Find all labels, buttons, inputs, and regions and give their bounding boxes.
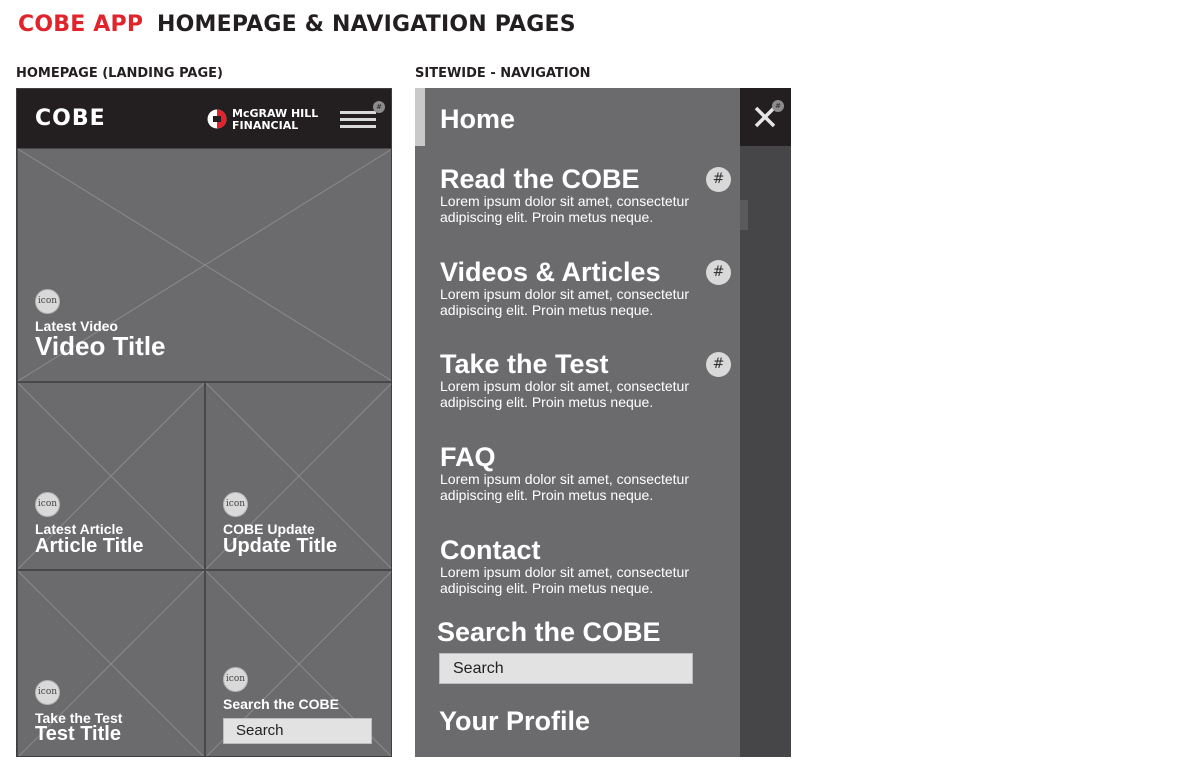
mcgraw-hill-brand: McGRAW HILL FINANCIAL [232, 108, 318, 132]
nav-item-description: Lorem ipsum dolor sit amet, consectetur … [440, 564, 689, 596]
page-title-main: HOMEPAGE & NAVIGATION PAGES [157, 12, 576, 37]
overlay-edge [740, 200, 748, 230]
homepage-mockup: COBE McGRAW HILL FINANCIAL # icon Latest… [16, 88, 392, 757]
count-badge: # [706, 167, 731, 192]
nav-item-faq[interactable]: FAQ Lorem ipsum dolor sit amet, consecte… [440, 443, 740, 503]
latest-video-tile[interactable]: icon Latest Video Video Title [17, 148, 391, 382]
video-title: Video Title [35, 331, 166, 361]
count-badge: # [706, 352, 731, 377]
navigation-mockup: # Home Read the COBE Lorem ipsum dolor s… [415, 88, 791, 757]
search-icon: icon [223, 667, 248, 692]
nav-item-your-profile[interactable]: Your Profile [439, 706, 590, 737]
search-kicker: Search the COBE [223, 696, 339, 712]
homepage-section-label: HOMEPAGE (LANDING PAGE) [16, 66, 223, 81]
update-title: Update Title [223, 535, 338, 557]
nav-item-take-the-test[interactable]: Take the Test Lorem ipsum dolor sit amet… [440, 350, 740, 410]
take-test-tile[interactable]: icon Take the Test Test Title [17, 570, 205, 756]
page-overlay[interactable] [740, 146, 791, 757]
test-title: Test Title [35, 723, 121, 745]
nav-item-contact[interactable]: Contact Lorem ipsum dolor sit amet, cons… [440, 536, 740, 596]
nav-item-title: Read the COBE [440, 164, 640, 194]
mcgraw-hill-logo-icon [207, 109, 227, 129]
nav-item-title: FAQ [440, 442, 496, 472]
nav-item-home[interactable]: Home [440, 104, 515, 135]
active-indicator [415, 88, 425, 146]
nav-item-videos-articles[interactable]: Videos & Articles Lorem ipsum dolor sit … [440, 258, 740, 318]
navigation-section-label: SITEWIDE - NAVIGATION [415, 66, 591, 81]
article-icon: icon [35, 492, 60, 517]
hamburger-menu-icon[interactable] [340, 109, 376, 131]
cobe-logo[interactable]: COBE [35, 106, 106, 131]
count-badge: # [706, 260, 731, 285]
latest-article-tile[interactable]: icon Latest Article Article Title [17, 382, 205, 570]
nav-search-input[interactable]: Search [439, 653, 693, 684]
article-title: Article Title [35, 535, 144, 557]
brand-line-2: FINANCIAL [232, 119, 299, 132]
video-icon: icon [35, 289, 60, 314]
app-header: COBE McGRAW HILL FINANCIAL # [17, 89, 391, 148]
nav-item-description: Lorem ipsum dolor sit amet, consectetur … [440, 286, 689, 318]
nav-item-description: Lorem ipsum dolor sit amet, consectetur … [440, 378, 689, 410]
page-title-accent: COBE APP [18, 12, 144, 37]
nav-item-read-the-cobe[interactable]: Read the COBE Lorem ipsum dolor sit amet… [440, 165, 740, 225]
nav-item-title: Take the Test [440, 349, 609, 379]
search-tile: icon Search the COBE Search [205, 570, 391, 756]
nav-item-title: Videos & Articles [440, 257, 661, 287]
page-title: COBE APP HOMEPAGE & NAVIGATION PAGES [18, 12, 576, 37]
test-icon: icon [35, 680, 60, 705]
menu-notification-badge: # [373, 101, 385, 113]
nav-item-description: Lorem ipsum dolor sit amet, consectetur … [440, 471, 689, 503]
update-icon: icon [223, 492, 248, 517]
nav-search-heading: Search the COBE [437, 617, 661, 647]
close-notification-badge: # [772, 100, 784, 112]
home-search-input[interactable]: Search [223, 718, 372, 744]
close-menu-button[interactable]: # [740, 88, 791, 146]
nav-item-description: Lorem ipsum dolor sit amet, consectetur … [440, 193, 689, 225]
cobe-update-tile[interactable]: icon COBE Update Update Title [205, 382, 391, 570]
nav-item-title: Contact [440, 535, 541, 565]
